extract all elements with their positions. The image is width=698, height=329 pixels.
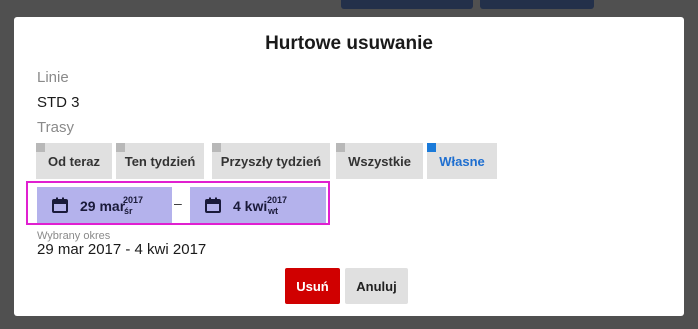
tab-label: Wszystkie: [348, 153, 411, 169]
lines-value: STD 3: [37, 94, 80, 111]
tab-marker: [36, 143, 45, 152]
bulk-delete-dialog: Hurtowe usuwanie Linie STD 3 Trasy Od te…: [14, 17, 684, 316]
lines-label: Linie: [37, 69, 69, 86]
date-range-picker: 29 mar 2017 śr – 4 kwi 2017 wt: [26, 181, 330, 225]
background-button-2: [480, 0, 594, 9]
tab-custom[interactable]: Własne: [427, 143, 497, 179]
calendar-icon: [205, 197, 221, 213]
tab-next-week[interactable]: Przyszły tydzień: [212, 143, 330, 179]
end-date-weekday: wt: [268, 206, 278, 216]
tab-from-now[interactable]: Od teraz: [36, 143, 112, 179]
tab-this-week[interactable]: Ten tydzień: [116, 143, 204, 179]
end-date-text: 4 kwi: [233, 198, 268, 214]
start-date-weekday: śr: [124, 206, 133, 216]
delete-button[interactable]: Usuń: [285, 268, 340, 304]
end-date-button[interactable]: 4 kwi 2017 wt: [190, 187, 326, 223]
tab-all[interactable]: Wszystkie: [336, 143, 423, 179]
tab-label: Własne: [439, 153, 485, 169]
tab-marker: [116, 143, 125, 152]
calendar-icon: [52, 197, 68, 213]
tab-marker: [212, 143, 221, 152]
tab-marker: [336, 143, 345, 152]
tab-label: Od teraz: [47, 153, 100, 169]
tab-label: Ten tydzień: [124, 153, 196, 169]
end-date-year: 2017: [267, 195, 288, 205]
routes-label: Trasy: [37, 119, 74, 136]
cancel-button[interactable]: Anuluj: [345, 268, 408, 304]
start-date-text: 29 mar: [80, 198, 126, 214]
start-date-button[interactable]: 29 mar 2017 śr: [37, 187, 172, 223]
start-date-year: 2017: [123, 195, 144, 205]
background-button-1: [341, 0, 473, 9]
dialog-title: Hurtowe usuwanie: [265, 33, 433, 54]
range-separator: –: [174, 195, 182, 211]
selected-period-value: 29 mar 2017 - 4 kwi 2017: [37, 241, 207, 258]
tab-label: Przyszły tydzień: [220, 153, 322, 169]
tab-marker-active: [427, 143, 436, 152]
